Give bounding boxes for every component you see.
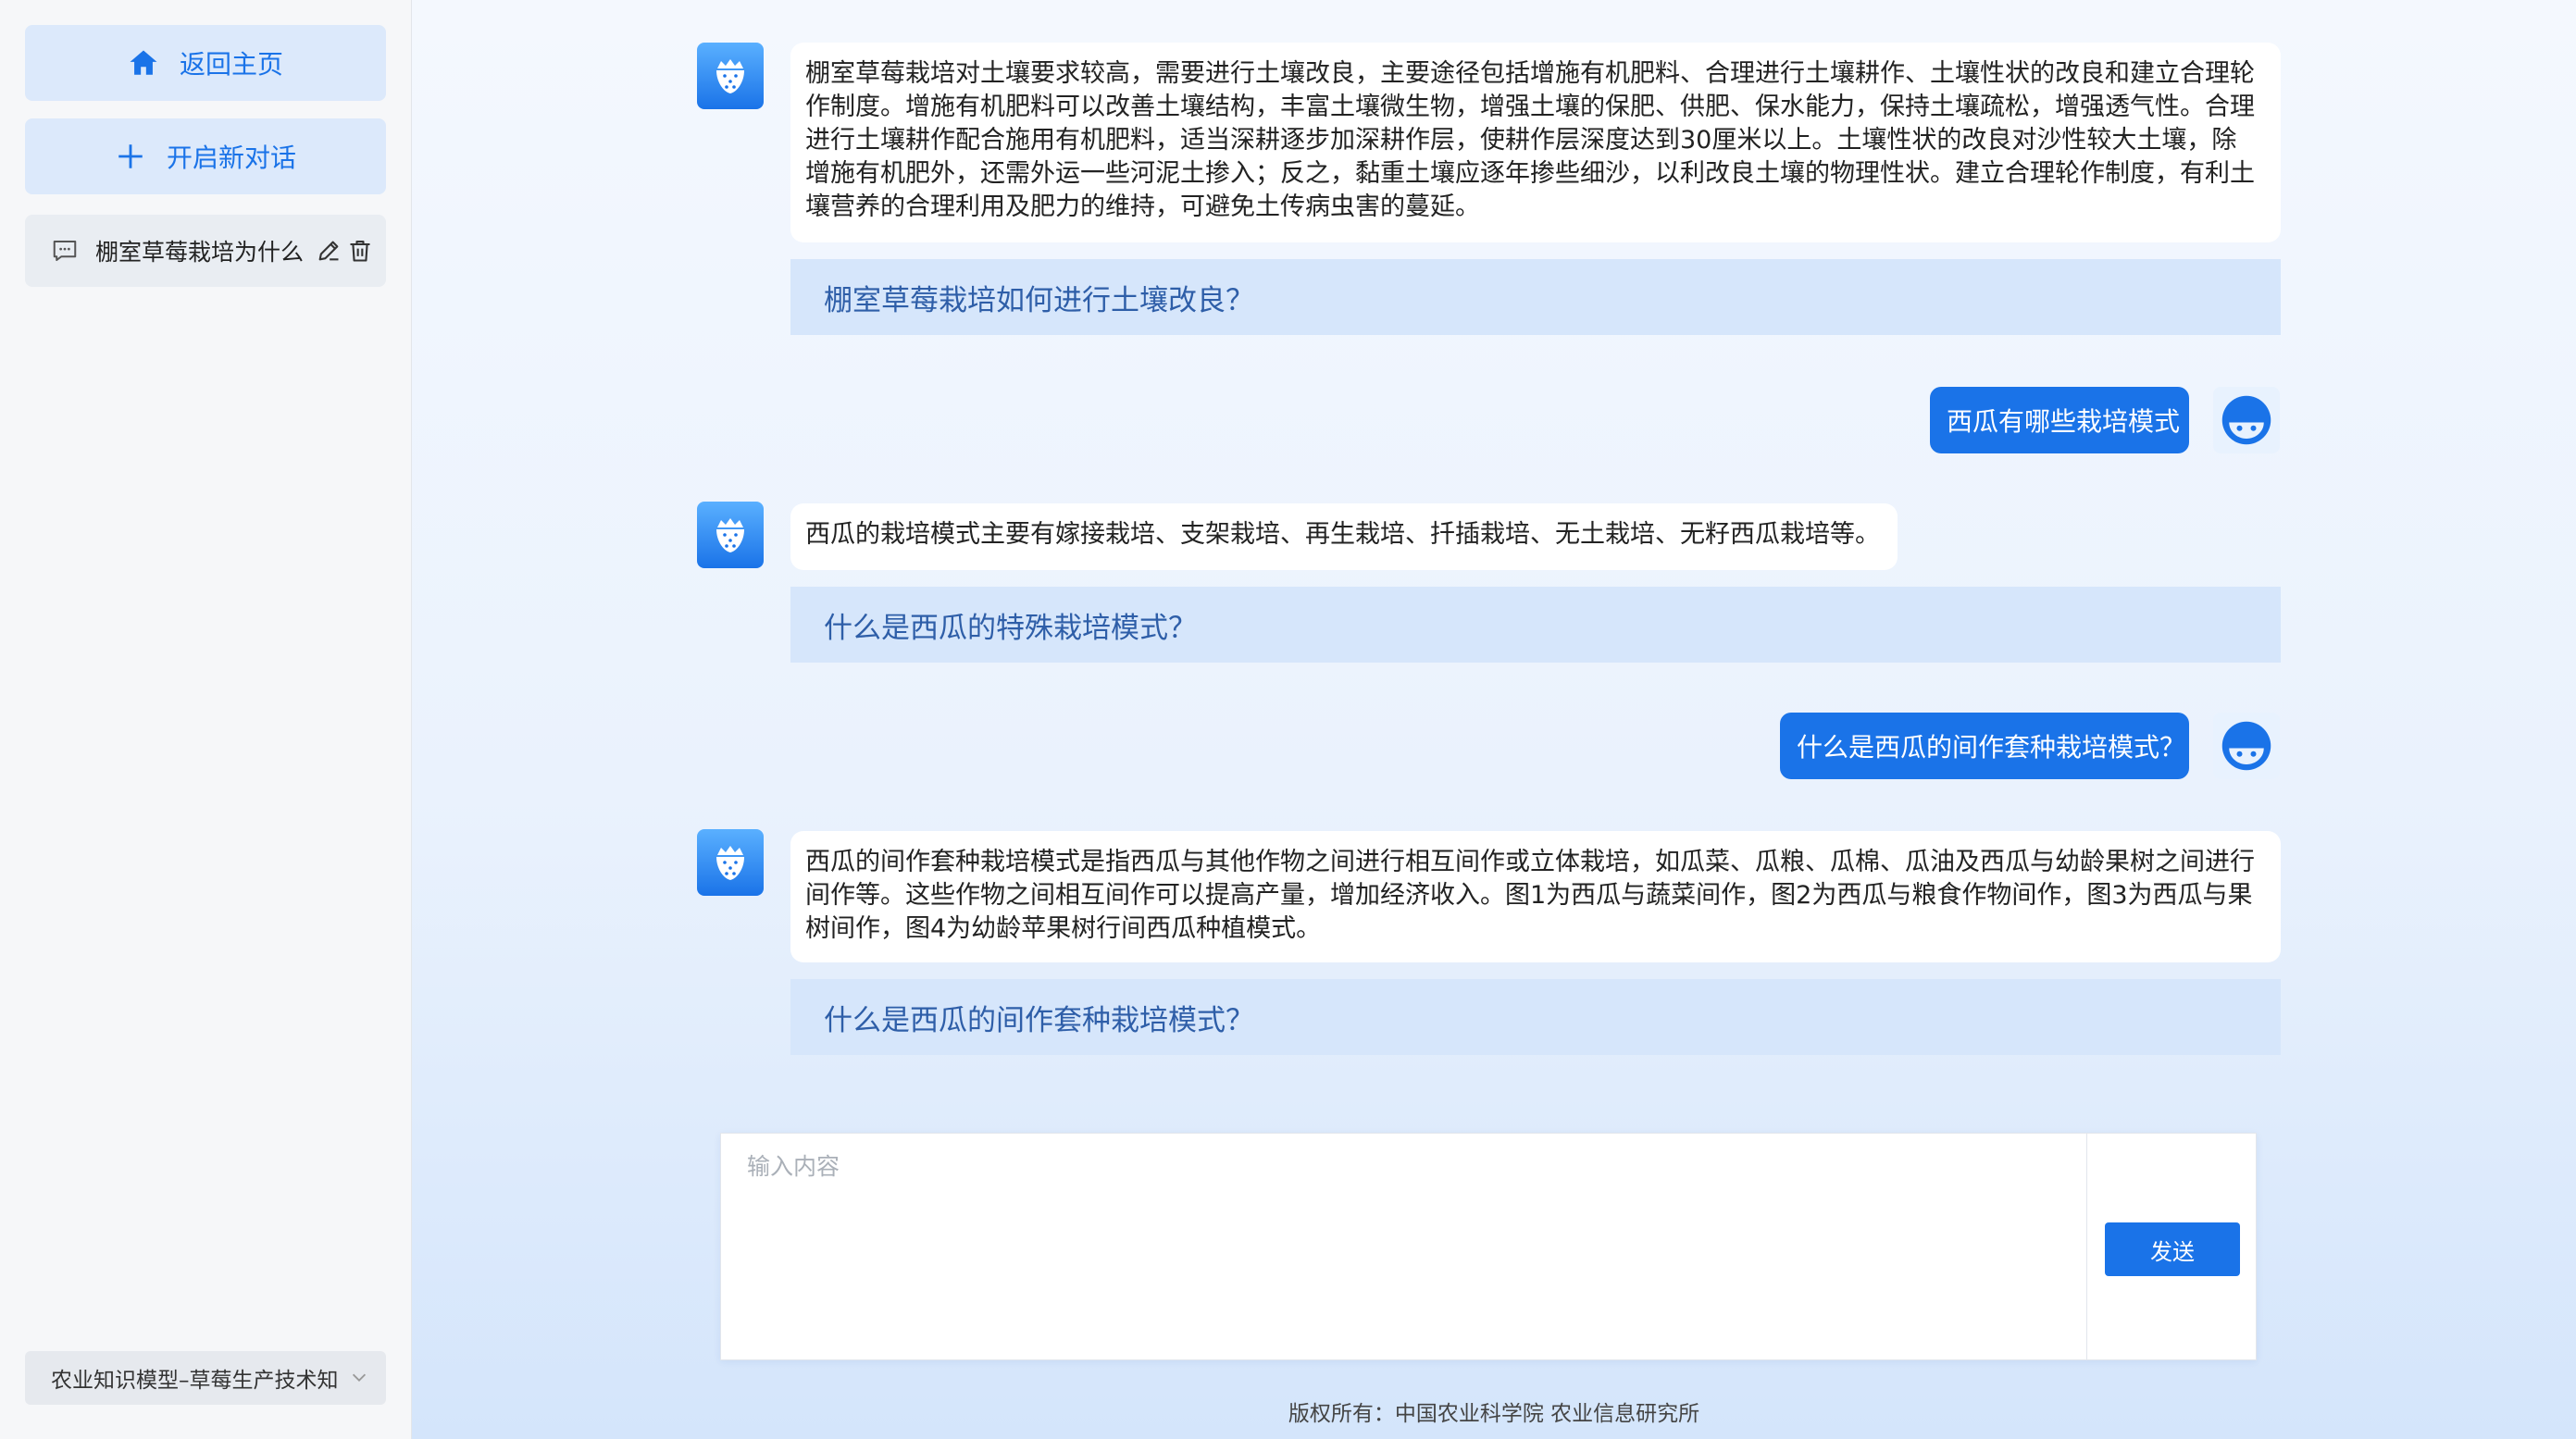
bot-avatar (697, 502, 764, 568)
bot-message: 棚室草莓栽培对土壤要求较高，需要进行土壤改良，主要途径包括增施有机肥料、合理进行… (790, 43, 2281, 242)
home-button-label: 返回主页 (179, 49, 283, 80)
chat-area: 棚室草莓栽培对土壤要求较高，需要进行土壤改良，主要途径包括增施有机肥料、合理进行… (412, 0, 2576, 1439)
new-chat-button[interactable]: 开启新对话 (25, 118, 386, 194)
bot-message: 西瓜的栽培模式主要有嫁接栽培、支架栽培、再生栽培、扦插栽培、无土栽培、无籽西瓜栽… (790, 503, 1898, 570)
strawberry-icon (716, 59, 744, 93)
history-item[interactable]: 棚室草莓栽培为什么 (25, 215, 386, 287)
bot-message: 西瓜的间作套种栽培模式是指西瓜与其他作物之间进行相互间作或立体栽培，如瓜菜、瓜粮… (790, 831, 2281, 962)
user-message: 西瓜有哪些栽培模式 (1930, 387, 2189, 453)
send-button[interactable]: 发送 (2105, 1222, 2240, 1276)
suggested-question[interactable]: 什么是西瓜的间作套种栽培模式？ (790, 979, 2281, 1055)
user-face-icon (2221, 721, 2271, 771)
trash-icon[interactable] (347, 238, 373, 264)
chevron-down-icon (349, 1367, 369, 1387)
bot-avatar (697, 43, 764, 109)
plus-icon (115, 141, 146, 172)
user-avatar (2213, 713, 2280, 779)
edit-icon[interactable] (316, 238, 342, 264)
sidebar: 返回主页 开启新对话 棚室草莓栽培为什么 农业知识模型–草莓生产技术知 (0, 0, 412, 1439)
history-item-title: 棚室草莓栽培为什么 (95, 239, 305, 266)
strawberry-icon (716, 518, 744, 552)
message-input[interactable] (721, 1134, 2087, 1359)
bot-avatar (697, 829, 764, 896)
footer-copyright: 版权所有：中国农业科学院 农业信息研究所 (1288, 1402, 1700, 1426)
user-face-icon (2221, 395, 2271, 445)
user-message: 什么是西瓜的间作套种栽培模式？ (1780, 713, 2189, 779)
suggested-question[interactable]: 什么是西瓜的特殊栽培模式？ (790, 587, 2281, 663)
strawberry-icon (716, 846, 744, 880)
model-select-value: 农业知识模型–草莓生产技术知 (51, 1369, 339, 1393)
new-chat-button-label: 开启新对话 (166, 143, 296, 173)
message-composer: 发送 (720, 1133, 2257, 1360)
home-button[interactable]: 返回主页 (25, 25, 386, 101)
user-avatar (2213, 387, 2280, 453)
chat-bubble-icon (51, 237, 79, 265)
home-icon (128, 47, 159, 79)
model-select[interactable]: 农业知识模型–草莓生产技术知 (25, 1351, 386, 1405)
suggested-question[interactable]: 棚室草莓栽培如何进行土壤改良？ (790, 259, 2281, 335)
